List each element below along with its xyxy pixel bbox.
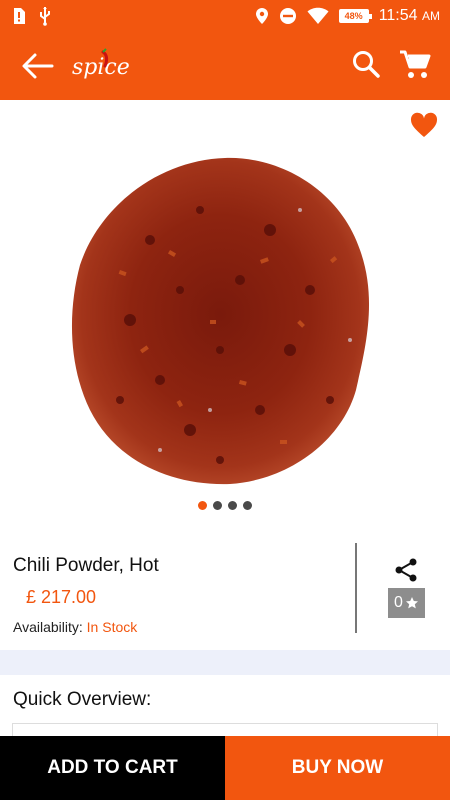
status-time: 11:54 AM [379, 7, 440, 25]
add-to-cart-button[interactable]: ADD TO CART [0, 736, 225, 800]
product-name: Chili Powder, Hot [13, 555, 159, 576]
app-bar: spice [0, 32, 450, 100]
section-separator [0, 650, 450, 675]
product-info: Chili Powder, Hot £ 217.00 Availability:… [0, 525, 450, 650]
rating-value: 0 [394, 594, 403, 611]
wifi-icon [307, 7, 329, 24]
logo-text: spice [72, 55, 130, 80]
divider [355, 543, 357, 633]
status-left [12, 6, 52, 26]
cart-icon [400, 50, 431, 78]
do-not-disturb-icon [279, 8, 296, 24]
carousel-dots[interactable] [198, 501, 252, 510]
battery-level: 48% [344, 11, 363, 21]
share-icon[interactable] [393, 557, 419, 583]
availability: Availability: In Stock [13, 619, 137, 635]
product-price: £ 217.00 [26, 587, 97, 607]
carousel-dot-3[interactable] [228, 501, 237, 510]
search-button[interactable] [350, 48, 382, 80]
product-image-carousel[interactable] [0, 100, 450, 525]
spice-logo[interactable]: spice [70, 46, 150, 86]
back-button[interactable] [20, 50, 54, 82]
cart-button[interactable] [398, 48, 432, 82]
time-suffix: AM [422, 9, 440, 23]
status-bar: 48% 11:54 AM [0, 0, 450, 32]
carousel-dot-4[interactable] [243, 501, 252, 510]
quick-overview-section: Quick Overview: [0, 675, 450, 743]
usb-icon [40, 7, 50, 26]
availability-value: In Stock [86, 619, 138, 635]
carousel-dot-1[interactable] [198, 501, 207, 510]
star-icon [405, 597, 418, 609]
product-detail-screen: 48% 11:54 AM spice Chili Powder, Hot £ 2… [0, 0, 450, 800]
back-arrow-icon [22, 53, 54, 79]
availability-label: Availability: [13, 619, 83, 635]
carousel-dot-2[interactable] [213, 501, 222, 510]
battery-icon: 48% [338, 9, 372, 23]
notification-alert-icon [14, 8, 25, 24]
wishlist-heart-icon[interactable] [410, 112, 438, 138]
search-icon [353, 51, 380, 78]
buy-now-button[interactable]: BUY NOW [225, 736, 450, 800]
time-value: 11:54 [378, 7, 418, 24]
status-right: 48% 11:54 AM [255, 5, 440, 27]
location-icon [255, 8, 268, 24]
product-image [71, 157, 370, 485]
quick-overview-title: Quick Overview: [13, 689, 152, 710]
rating-badge[interactable]: 0 [388, 588, 425, 618]
